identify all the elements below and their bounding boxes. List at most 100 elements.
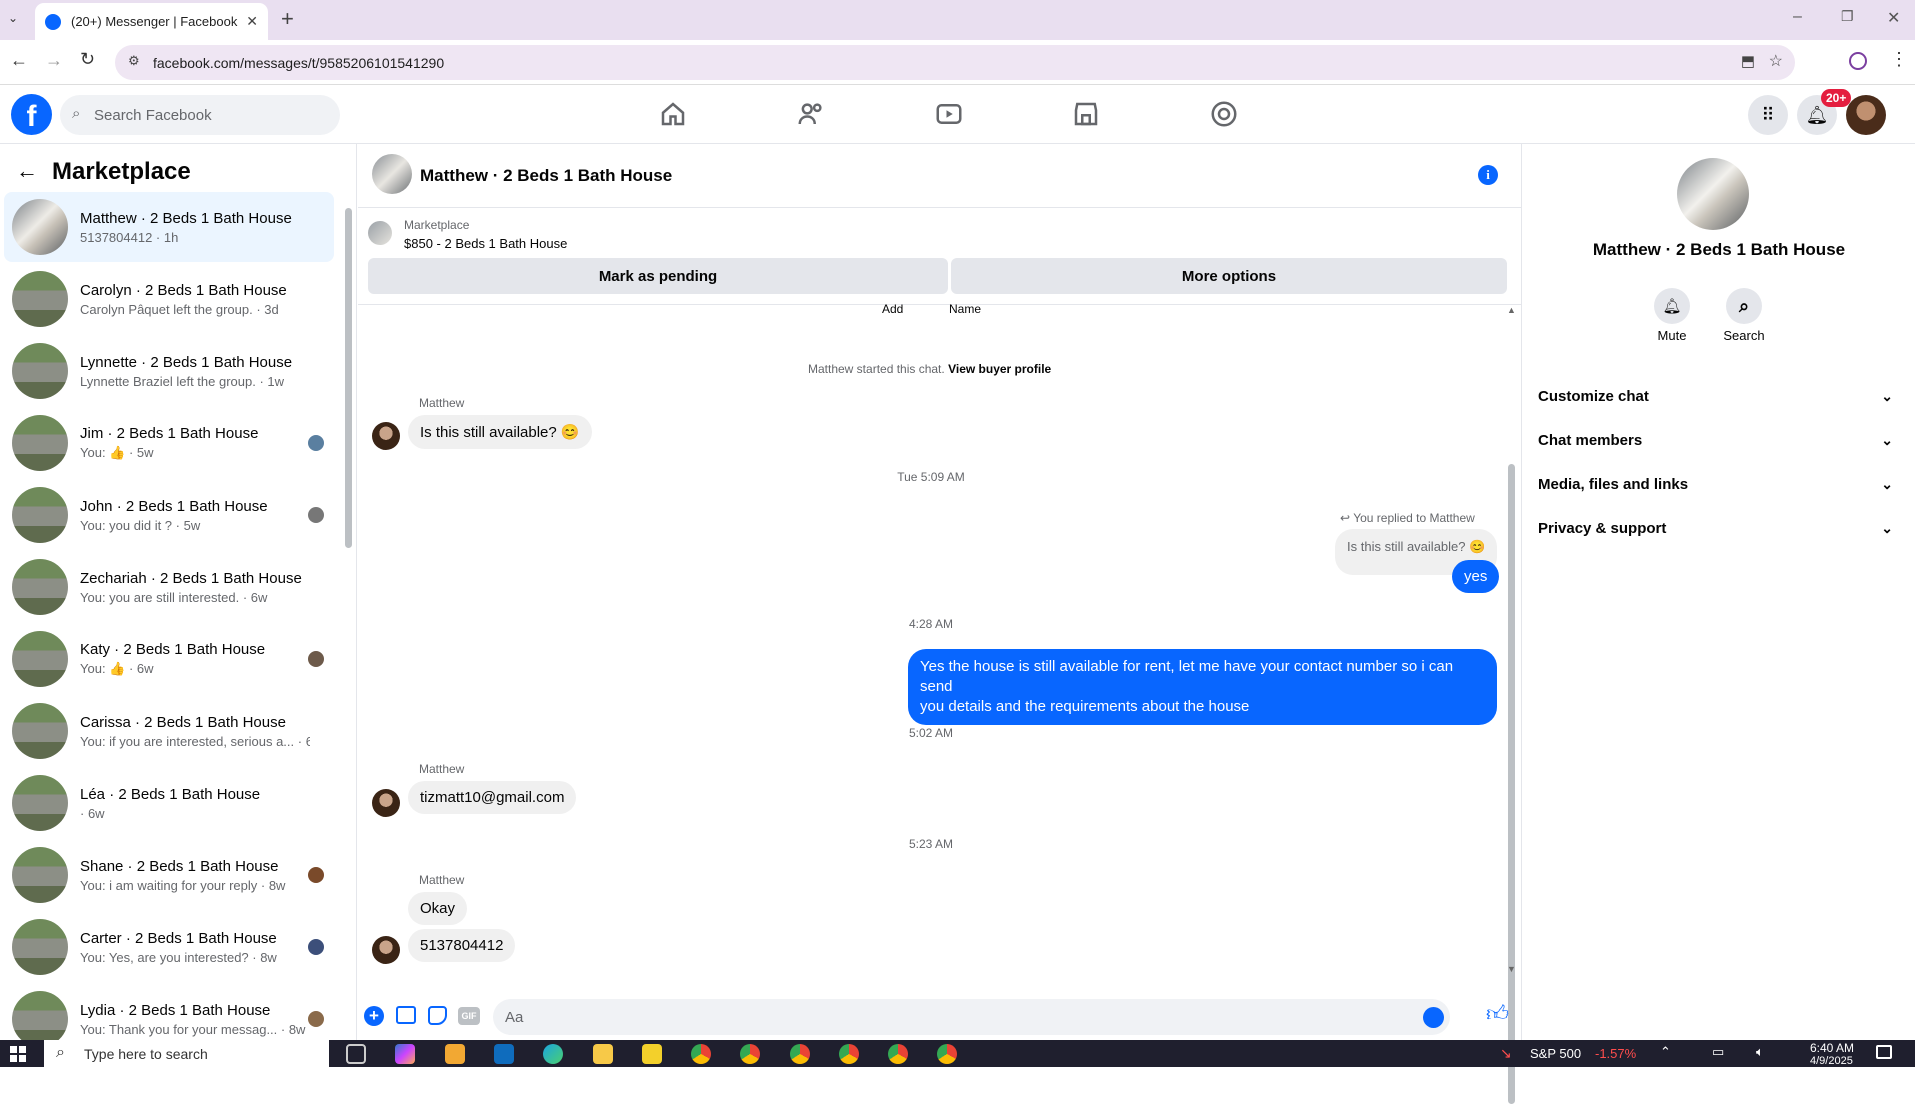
clock-time[interactable]: 6:40 AM: [1810, 1041, 1854, 1055]
store-icon[interactable]: [445, 1044, 465, 1064]
browser-menu-icon[interactable]: ⋮: [1890, 49, 1908, 70]
attach-photo-icon[interactable]: [396, 1006, 416, 1024]
gif-icon[interactable]: GIF: [458, 1007, 480, 1025]
conversation-item[interactable]: Katy · 2 Beds 1 Bath House You: 👍 · 6w: [4, 624, 334, 694]
task-view-icon[interactable]: [346, 1044, 366, 1064]
chrome-icon[interactable]: [937, 1044, 957, 1064]
chrome-icon[interactable]: [839, 1044, 859, 1064]
chrome-icon[interactable]: [740, 1044, 760, 1064]
sender-avatar[interactable]: [372, 789, 400, 817]
stock-down-icon: ↘: [1500, 1045, 1512, 1061]
stock-label[interactable]: S&P 500: [1530, 1046, 1581, 1061]
more-options-button[interactable]: More options: [951, 258, 1507, 294]
close-tab-icon[interactable]: ✕: [246, 13, 258, 30]
notification-center-icon[interactable]: [1876, 1045, 1892, 1059]
details-section-item[interactable]: Customize chat ⌄: [1538, 384, 1893, 408]
menu-grid-button[interactable]: ⠿: [1748, 95, 1788, 135]
site-info-icon[interactable]: ⚙: [128, 53, 140, 69]
outlook-icon[interactable]: [494, 1044, 514, 1064]
sender-avatar[interactable]: [372, 936, 400, 964]
details-avatar[interactable]: [1677, 158, 1749, 230]
chat-title[interactable]: Matthew · 2 Beds 1 Bath House: [420, 166, 672, 186]
marketplace-icon[interactable]: [1071, 99, 1101, 129]
sender-name: Matthew: [419, 762, 465, 776]
conversation-item[interactable]: Zechariah · 2 Beds 1 Bath House You: you …: [4, 552, 334, 622]
sender-name: Matthew: [419, 873, 465, 887]
sticker-icon[interactable]: [428, 1006, 447, 1025]
search-chat-button[interactable]: ⌕: [1726, 288, 1762, 324]
chrome-icon[interactable]: [790, 1044, 810, 1064]
message-bubble[interactable]: 5137804412: [408, 929, 516, 962]
emoji-icon[interactable]: [1423, 1007, 1444, 1028]
reload-icon[interactable]: ↻: [80, 49, 95, 70]
bookmark-star-icon[interactable]: ☆: [1769, 51, 1783, 71]
info-icon[interactable]: i: [1478, 165, 1498, 185]
friends-icon[interactable]: [796, 99, 826, 129]
listing-title[interactable]: $850 - 2 Beds 1 Bath House: [404, 236, 567, 251]
facebook-search-input[interactable]: ⌕ Search Facebook: [60, 95, 340, 135]
conversation-item[interactable]: Carissa · 2 Beds 1 Bath House You: if you…: [4, 696, 334, 766]
back-arrow-icon[interactable]: ←: [16, 158, 38, 184]
sticky-notes-icon[interactable]: [642, 1044, 662, 1064]
mute-button[interactable]: 🔔︎: [1654, 288, 1690, 324]
listing-thumbnail[interactable]: [368, 221, 392, 245]
conversation-item[interactable]: Shane · 2 Beds 1 Bath House You: i am wai…: [4, 840, 334, 910]
restore-icon[interactable]: ❐: [1841, 8, 1854, 25]
chat-header-avatar[interactable]: [372, 154, 412, 194]
details-section-item[interactable]: Privacy & support ⌄: [1538, 516, 1893, 540]
conversation-item[interactable]: Jim · 2 Beds 1 Bath House You: 👍 · 5w: [4, 408, 334, 478]
copilot-icon[interactable]: [395, 1044, 415, 1064]
view-buyer-profile-link[interactable]: View buyer profile: [948, 362, 1051, 376]
tab-list-chevron-icon[interactable]: ⌄: [8, 11, 18, 25]
new-tab-icon[interactable]: +: [281, 6, 294, 32]
gaming-icon[interactable]: [1209, 99, 1239, 129]
conversation-item[interactable]: Carolyn · 2 Beds 1 Bath House Carolyn Pâq…: [4, 264, 334, 334]
watch-icon[interactable]: [934, 99, 964, 129]
chrome-icon[interactable]: [691, 1044, 711, 1064]
edge-icon[interactable]: [543, 1044, 563, 1064]
tray-chevron-icon[interactable]: ⌃: [1660, 1044, 1671, 1060]
browser-tab[interactable]: (20+) Messenger | Facebook ✕: [35, 3, 268, 40]
close-window-icon[interactable]: ✕: [1887, 8, 1900, 28]
my-message-bubble[interactable]: yes: [1452, 560, 1500, 593]
conversation-item[interactable]: Lynnette · 2 Beds 1 Bath House Lynnette B…: [4, 336, 334, 406]
facebook-logo-icon[interactable]: f: [11, 94, 52, 135]
taskbar-search-box[interactable]: ⌕ Type here to search: [44, 1040, 329, 1067]
conversation-item[interactable]: Carter · 2 Beds 1 Bath House You: Yes, ar…: [4, 912, 334, 982]
minimize-icon[interactable]: –: [1793, 8, 1802, 26]
conversation-item[interactable]: John · 2 Beds 1 Bath House You: you did i…: [4, 480, 334, 550]
profile-icon[interactable]: [1849, 52, 1867, 70]
conversation-item[interactable]: Lydia · 2 Beds 1 Bath House You: Thank yo…: [4, 984, 334, 1040]
network-icon[interactable]: ▭: [1712, 1044, 1724, 1060]
chat-scroll-up-icon[interactable]: ▲: [1507, 305, 1516, 315]
my-message-bubble[interactable]: Yes the house is still available for ren…: [908, 649, 1497, 725]
back-icon[interactable]: ←: [10, 50, 28, 71]
file-explorer-icon[interactable]: [593, 1044, 613, 1064]
conversation-text: Shane · 2 Beds 1 Bath House You: i am wai…: [80, 858, 310, 893]
message-bubble[interactable]: Is this still available? 😊: [408, 415, 592, 449]
mark-pending-button[interactable]: Mark as pending: [368, 258, 948, 294]
message-bubble[interactable]: tizmatt10@gmail.com: [408, 781, 577, 814]
install-app-icon[interactable]: ⬒: [1741, 52, 1755, 70]
details-section-item[interactable]: Chat members ⌄: [1538, 428, 1893, 452]
mute-label: Mute: [1657, 328, 1687, 343]
message-bubble[interactable]: Okay: [408, 892, 468, 925]
url-field[interactable]: ⚙ facebook.com/messages/t/95852061015412…: [115, 45, 1795, 80]
forward-icon[interactable]: →: [45, 50, 63, 71]
clock-date[interactable]: 4/9/2025: [1810, 1055, 1853, 1067]
conversation-avatar: [12, 703, 68, 759]
message-input[interactable]: Aa: [493, 999, 1450, 1035]
windows-start-icon[interactable]: [10, 1046, 26, 1062]
conversation-item[interactable]: Matthew · 2 Beds 1 Bath House 5137804412 …: [4, 192, 334, 262]
chrome-icon[interactable]: [888, 1044, 908, 1064]
home-icon[interactable]: [658, 99, 688, 129]
sidebar-scrollbar[interactable]: [345, 208, 352, 548]
like-thumb-icon[interactable]: 👍︎: [1486, 1000, 1509, 1027]
account-avatar[interactable]: [1846, 95, 1886, 135]
chat-scroll-down-icon[interactable]: ▼: [1507, 964, 1516, 974]
volume-icon[interactable]: 🔈︎: [1756, 1044, 1764, 1060]
details-section-item[interactable]: Media, files and links ⌄: [1538, 472, 1893, 496]
conversation-item[interactable]: Léa · 2 Beds 1 Bath House · 6w: [4, 768, 334, 838]
more-actions-icon[interactable]: +: [364, 1006, 384, 1026]
sender-avatar[interactable]: [372, 422, 400, 450]
